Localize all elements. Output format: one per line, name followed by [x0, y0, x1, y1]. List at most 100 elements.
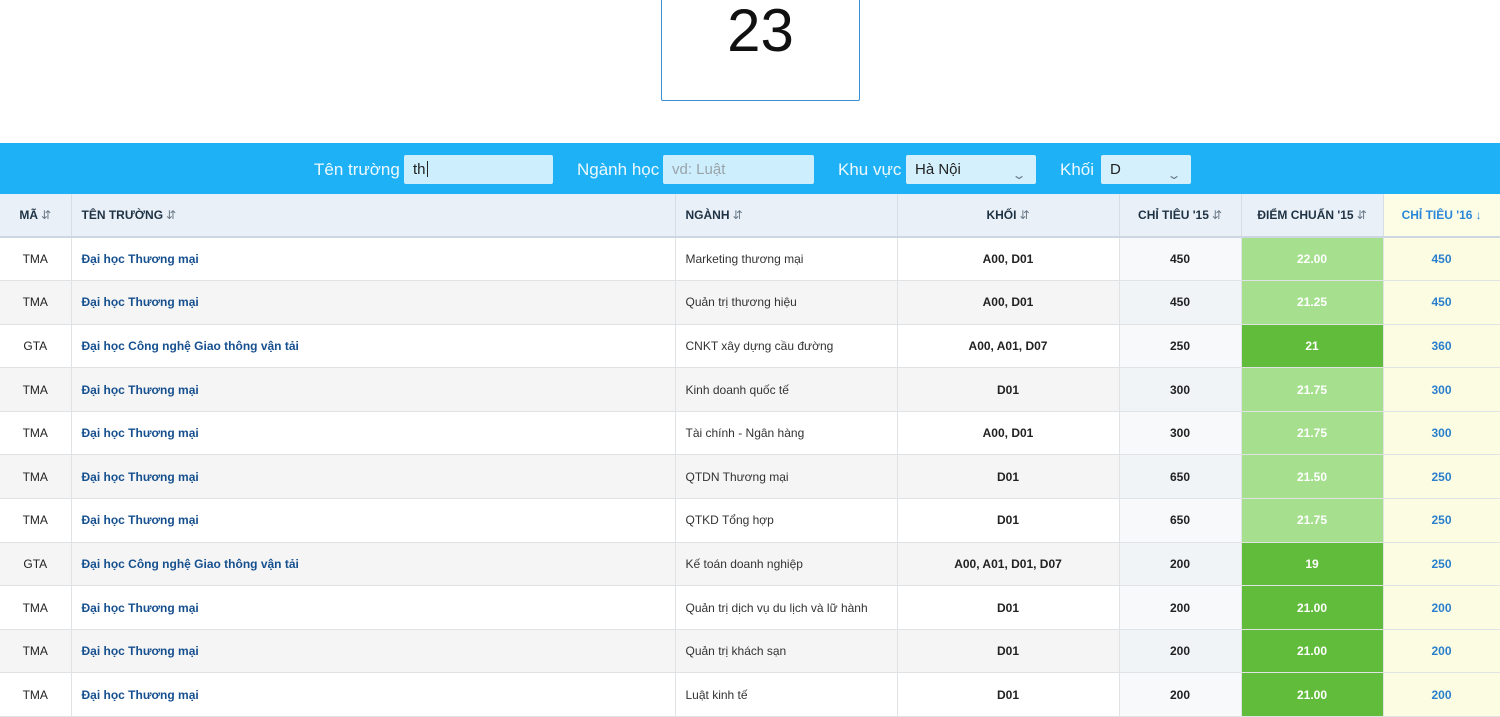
cell-major: Marketing thương mại [675, 237, 898, 282]
major-filter-input[interactable]: vd: Luật [663, 155, 814, 184]
cell-school-link[interactable]: Đại học Thương mại [71, 498, 676, 543]
sort-icon: ⇵ [732, 208, 743, 222]
admissions-table: MÃ ⇵ TÊN TRƯỜNG ⇵ NGÀNH ⇵ KHỐI ⇵ CHỈ TIÊU '1… [0, 194, 1500, 717]
table-row[interactable]: TMA Đại học Thương mại Quản trị dịch vụ du… [0, 585, 1500, 630]
cell-major: QTKD Tổng hợp [675, 498, 898, 543]
cell-school-link[interactable]: Đại học Thương mại [71, 411, 676, 456]
cell-score-2015: 21.00 [1241, 585, 1384, 630]
cell-code: TMA [0, 411, 72, 456]
cell-block: A00, D01 [897, 411, 1120, 456]
cell-block: A00, D01 [897, 280, 1120, 325]
table-row[interactable]: TMA Đại học Thương mại QTKD Tổng hợp D01 650… [0, 498, 1500, 543]
header-area: 23 [0, 0, 1500, 143]
cell-school-link[interactable]: Đại học Thương mại [71, 454, 676, 500]
cell-block: D01 [897, 672, 1120, 717]
table-row[interactable]: TMA Đại học Thương mại Marketing thương mạ… [0, 237, 1500, 282]
cell-code: GTA [0, 542, 72, 587]
table-row[interactable]: TMA Đại học Thương mại Tài chính - Ngân hà… [0, 411, 1500, 456]
region-select-value: Hà Nội [915, 161, 961, 178]
cell-score-2015: 21.75 [1241, 411, 1384, 456]
cell-block: D01 [897, 498, 1120, 543]
cell-school-link[interactable]: Đại học Công nghệ Giao thông vận tải [71, 542, 676, 587]
block-select-value: D [1110, 161, 1121, 178]
cell-quota-2015: 450 [1119, 280, 1242, 325]
region-select[interactable]: Hà Nội ⌄ [906, 155, 1036, 184]
chevron-down-icon: ⌄ [1011, 168, 1027, 182]
cell-major: CNKT xây dựng cầu đường [675, 324, 898, 369]
major-filter-label: Ngành học [577, 160, 660, 179]
cell-quota-2015: 250 [1119, 324, 1242, 369]
sort-icon: ⇵ [166, 208, 177, 222]
cell-quota-2016: 250 [1383, 498, 1500, 543]
cell-code: TMA [0, 629, 72, 674]
column-header-school[interactable]: TÊN TRƯỜNG ⇵ [71, 194, 676, 238]
cell-quota-2015: 300 [1119, 411, 1242, 456]
cell-school-link[interactable]: Đại học Thương mại [71, 585, 676, 630]
chevron-down-icon: ⌄ [1166, 168, 1182, 182]
column-header-code[interactable]: MÃ ⇵ [0, 194, 72, 238]
cell-school-link[interactable]: Đại học Thương mại [71, 367, 676, 412]
cell-major: Tài chính - Ngân hàng [675, 411, 898, 456]
cell-major: Quản trị khách sạn [675, 629, 898, 674]
sort-down-icon: ↓ [1475, 208, 1482, 222]
cell-quota-2016: 300 [1383, 367, 1500, 412]
school-filter-input[interactable]: th [404, 155, 553, 184]
table-row[interactable]: GTA Đại học Công nghệ Giao thông vận tải C… [0, 324, 1500, 369]
cell-school-link[interactable]: Đại học Thương mại [71, 672, 676, 717]
filter-bar: Tên trường th Ngành học vd: Luật Khu vực… [0, 143, 1500, 194]
column-header-quota-2015[interactable]: CHỈ TIÊU '15 ⇵ [1119, 194, 1242, 238]
school-filter-label: Tên trường [314, 160, 400, 179]
cell-quota-2015: 200 [1119, 629, 1242, 674]
column-header-major[interactable]: NGÀNH ⇵ [675, 194, 898, 238]
cell-school-link[interactable]: Đại học Thương mại [71, 629, 676, 674]
table-row[interactable]: GTA Đại học Công nghệ Giao thông vận tải K… [0, 542, 1500, 587]
column-header-block[interactable]: KHỐI ⇵ [897, 194, 1120, 238]
sort-icon: ⇵ [1356, 208, 1367, 222]
table-row[interactable]: TMA Đại học Thương mại QTDN Thương mại D01 6… [0, 454, 1500, 500]
cell-block: A00, D01 [897, 237, 1120, 282]
cell-quota-2016: 200 [1383, 672, 1500, 717]
cell-score-2015: 21 [1241, 324, 1384, 369]
cell-score-2015: 21.00 [1241, 629, 1384, 674]
cell-quota-2016: 200 [1383, 585, 1500, 630]
cell-score-2015: 22.00 [1241, 237, 1384, 282]
block-filter-label: Khối [1060, 160, 1095, 179]
block-select[interactable]: D ⌄ [1101, 155, 1191, 184]
table-header-row: MÃ ⇵ TÊN TRƯỜNG ⇵ NGÀNH ⇵ KHỐI ⇵ CHỈ TIÊU '1… [0, 194, 1500, 238]
cell-score-2015: 21.25 [1241, 280, 1384, 325]
column-header-quota-2016[interactable]: CHỈ TIÊU '16 ↓ [1383, 194, 1500, 238]
cell-block: D01 [897, 454, 1120, 500]
cell-block: D01 [897, 585, 1120, 630]
cell-quota-2016: 360 [1383, 324, 1500, 369]
cell-major: Kinh doanh quốc tế [675, 367, 898, 412]
table-row[interactable]: TMA Đại học Thương mại Quản trị thương hiệ… [0, 280, 1500, 325]
cell-major: Luật kinh tế [675, 672, 898, 717]
cell-school-link[interactable]: Đại học Thương mại [71, 237, 676, 282]
cell-quota-2015: 300 [1119, 367, 1242, 412]
text-caret [426, 161, 428, 177]
sort-icon: ⇵ [41, 208, 52, 222]
cell-score-2015: 21.50 [1241, 454, 1384, 500]
table-row[interactable]: TMA Đại học Thương mại Quản trị khách sạn D… [0, 629, 1500, 674]
cell-code: GTA [0, 324, 72, 369]
cell-quota-2015: 650 [1119, 454, 1242, 500]
cell-quota-2015: 200 [1119, 672, 1242, 717]
region-filter-label: Khu vực [838, 160, 902, 179]
cell-school-link[interactable]: Đại học Công nghệ Giao thông vận tải [71, 324, 676, 369]
cell-quota-2016: 450 [1383, 237, 1500, 282]
cell-school-link[interactable]: Đại học Thương mại [71, 280, 676, 325]
table-body: TMA Đại học Thương mại Marketing thương mạ… [0, 237, 1500, 717]
cell-code: TMA [0, 454, 72, 500]
cell-quota-2016: 250 [1383, 454, 1500, 500]
cell-score-2015: 21.75 [1241, 367, 1384, 412]
table-row[interactable]: TMA Đại học Thương mại Kinh doanh quốc tế D… [0, 367, 1500, 412]
cell-quota-2016: 450 [1383, 280, 1500, 325]
cell-code: TMA [0, 367, 72, 412]
school-filter-value: th [413, 161, 426, 178]
cell-code: TMA [0, 672, 72, 717]
cell-major: QTDN Thương mại [675, 454, 898, 500]
column-header-score-2015[interactable]: ĐIỂM CHUẨN '15 ⇵ [1241, 194, 1384, 238]
cell-quota-2015: 200 [1119, 542, 1242, 587]
result-count: 23 [727, 0, 794, 64]
table-row[interactable]: TMA Đại học Thương mại Luật kinh tế D01 200 2… [0, 672, 1500, 717]
